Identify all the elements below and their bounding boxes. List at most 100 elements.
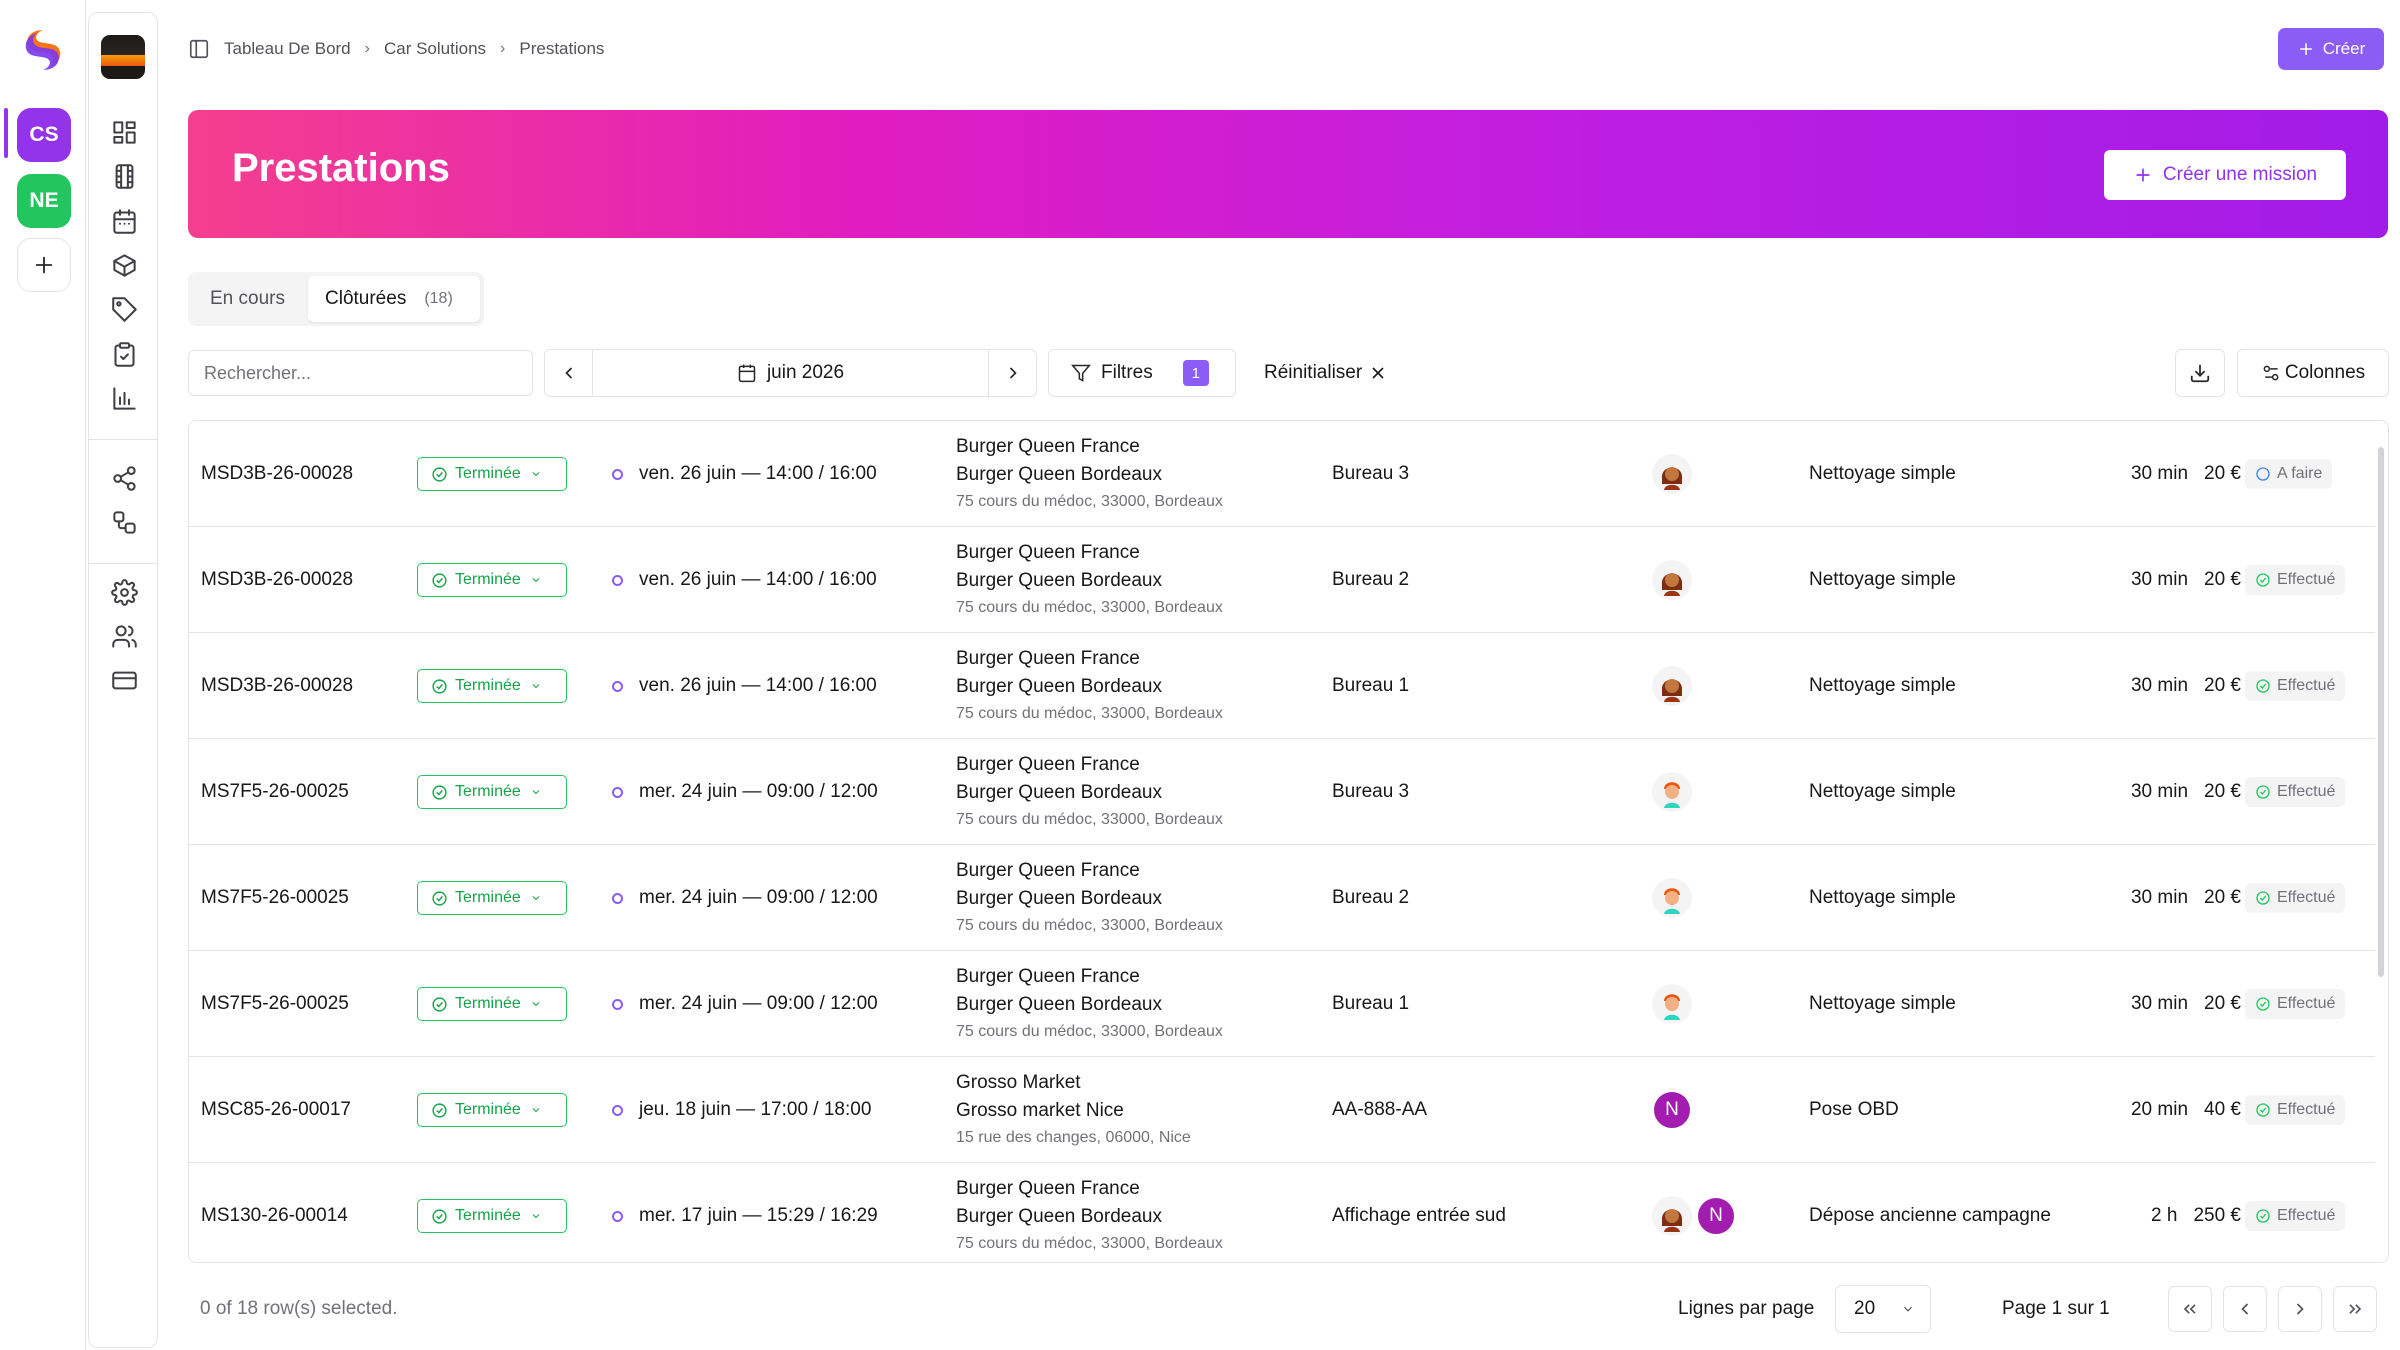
mission-location: Bureau 1	[1332, 675, 1410, 696]
workflow-icon[interactable]	[109, 507, 139, 537]
users-icon[interactable]	[109, 621, 139, 651]
create-button[interactable]: Créer	[2278, 28, 2384, 70]
previous-page-button[interactable]	[2223, 1286, 2267, 1332]
filters-button[interactable]: Filtres 1	[1048, 349, 1236, 397]
user-avatar	[1652, 666, 1692, 706]
package-icon[interactable]	[109, 250, 139, 280]
person-avatar-icon	[1652, 560, 1692, 600]
page-title: Prestations	[232, 146, 450, 190]
film-icon[interactable]	[109, 161, 139, 191]
tab-cloturees[interactable]: Clôturées (18)	[308, 276, 480, 322]
bar-chart-icon[interactable]	[109, 383, 139, 413]
client-name: Burger Queen France	[956, 436, 1140, 457]
status-select[interactable]: Terminée	[417, 1093, 567, 1127]
status-select[interactable]: Terminée	[417, 775, 567, 809]
status-label: Terminée	[455, 1101, 521, 1118]
check-circle-icon	[432, 784, 447, 800]
create-mission-button[interactable]: Créer une mission	[2104, 150, 2346, 200]
state-badge: Effectué	[2245, 883, 2346, 913]
breadcrumb-item[interactable]: Tableau De Bord	[224, 39, 351, 59]
month-selector[interactable]: juin 2026	[593, 350, 988, 396]
state-badge: A faire	[2245, 459, 2333, 489]
next-month-button[interactable]	[988, 350, 1036, 396]
mission-date: ven. 26 juin — 14:00 / 16:00	[639, 463, 877, 484]
first-page-button[interactable]	[2168, 1286, 2212, 1332]
filter-icon	[1071, 364, 1091, 382]
state-label: A faire	[2277, 465, 2323, 482]
table-row[interactable]: MS130-26-00014 Terminée mer. 17 juin — 15:…	[189, 1163, 2375, 1262]
state-badge: Effectué	[2245, 671, 2346, 701]
company-thumbnail[interactable]	[101, 35, 145, 79]
state-label: Effectué	[2277, 783, 2336, 800]
date-indicator-icon	[612, 574, 623, 586]
check-circle-icon	[432, 890, 447, 906]
price: 20 €	[2204, 463, 2241, 484]
date-indicator-icon	[612, 786, 623, 798]
filters-count-badge: 1	[1182, 360, 1209, 386]
status-select[interactable]: Terminée	[417, 669, 567, 703]
layout-grid-icon[interactable]	[109, 117, 139, 147]
credit-card-icon[interactable]	[109, 665, 139, 695]
breadcrumb-current: Prestations	[519, 39, 605, 58]
state-badge: Effectué	[2245, 989, 2346, 1019]
mission-location: Bureau 2	[1332, 887, 1410, 908]
price: 40 €	[2204, 1099, 2241, 1120]
state-label: Effectué	[2277, 1101, 2336, 1118]
mission-ref: MS7F5-26-00025	[201, 781, 349, 802]
status-select[interactable]: Terminée	[417, 563, 567, 597]
nav-sidebar	[88, 12, 158, 1348]
state-label: Effectué	[2277, 677, 2336, 694]
calendar-icon[interactable]	[109, 206, 139, 236]
status-select[interactable]: Terminée	[417, 1199, 567, 1233]
sidebar-toggle-icon[interactable]	[188, 38, 210, 60]
reset-filters-button[interactable]: Réinitialiser	[1264, 349, 1388, 397]
service-name: Nettoyage simple	[1809, 463, 1956, 484]
breadcrumb-item[interactable]: Car Solutions	[384, 39, 486, 59]
mission-location: Bureau 3	[1332, 781, 1410, 802]
table-row[interactable]: MS7F5-26-00025 Terminée mer. 24 juin — 09:…	[189, 845, 2375, 951]
site-name: Burger Queen Bordeaux	[956, 570, 1162, 591]
duration: 30 min	[2130, 781, 2189, 802]
previous-month-button[interactable]	[545, 350, 593, 396]
client-name: Burger Queen France	[956, 966, 1140, 987]
reset-label: Réinitialiser	[1264, 362, 1363, 383]
share-icon[interactable]	[109, 463, 139, 493]
status-select[interactable]: Terminée	[417, 987, 567, 1021]
nav-divider	[89, 439, 157, 440]
status-select[interactable]: Terminée	[417, 881, 567, 915]
download-button[interactable]	[2175, 349, 2225, 397]
mission-location: Bureau 2	[1332, 569, 1410, 590]
workspace-ne[interactable]: NE	[17, 174, 71, 228]
price: 20 €	[2204, 569, 2241, 590]
rows-per-page-select[interactable]: 20	[1835, 1285, 1931, 1333]
table-row[interactable]: MS7F5-26-00025 Terminée mer. 24 juin — 09:…	[189, 951, 2375, 1057]
page-indicator: Page 1 sur 1	[2002, 1298, 2110, 1319]
selection-count: 0 of 18 row(s) selected.	[200, 1298, 398, 1319]
plus-icon	[2299, 43, 2312, 55]
user-avatar	[1652, 984, 1692, 1024]
table-row[interactable]: MSD3B-26-00028 Terminée ven. 26 juin — 14:…	[189, 421, 2375, 527]
user-avatar: N	[1652, 1090, 1692, 1130]
calendar-icon	[738, 364, 756, 383]
tab-count: (18)	[424, 290, 453, 307]
clipboard-check-icon[interactable]	[109, 339, 139, 369]
table-row[interactable]: MS7F5-26-00025 Terminée mer. 24 juin — 09:…	[189, 739, 2375, 845]
workspace-cs[interactable]: CS	[17, 108, 71, 162]
rows-per-page-value: 20	[1854, 1298, 1876, 1319]
status-label: Terminée	[455, 783, 521, 800]
tag-icon[interactable]	[109, 294, 139, 324]
search-input[interactable]	[188, 350, 533, 396]
table-row[interactable]: MSD3B-26-00028 Terminée ven. 26 juin — 14:…	[189, 633, 2375, 739]
site-name: Grosso market Nice	[956, 1100, 1124, 1121]
next-page-button[interactable]	[2278, 1286, 2322, 1332]
table-row[interactable]: MSC85-26-00017 Terminée jeu. 18 juin — 17:…	[189, 1057, 2375, 1163]
tab-en-cours[interactable]: En cours	[210, 276, 285, 322]
settings-icon[interactable]	[109, 577, 139, 607]
last-page-button[interactable]	[2333, 1286, 2377, 1332]
add-workspace-button[interactable]	[17, 238, 71, 292]
table-row[interactable]: MSD3B-26-00028 Terminée ven. 26 juin — 14:…	[189, 527, 2375, 633]
table-scrollbar[interactable]	[2378, 447, 2384, 977]
status-select[interactable]: Terminée	[417, 457, 567, 491]
site-address: 15 rue des changes, 06000, Nice	[956, 1129, 1191, 1146]
columns-button[interactable]: Colonnes	[2237, 349, 2389, 397]
